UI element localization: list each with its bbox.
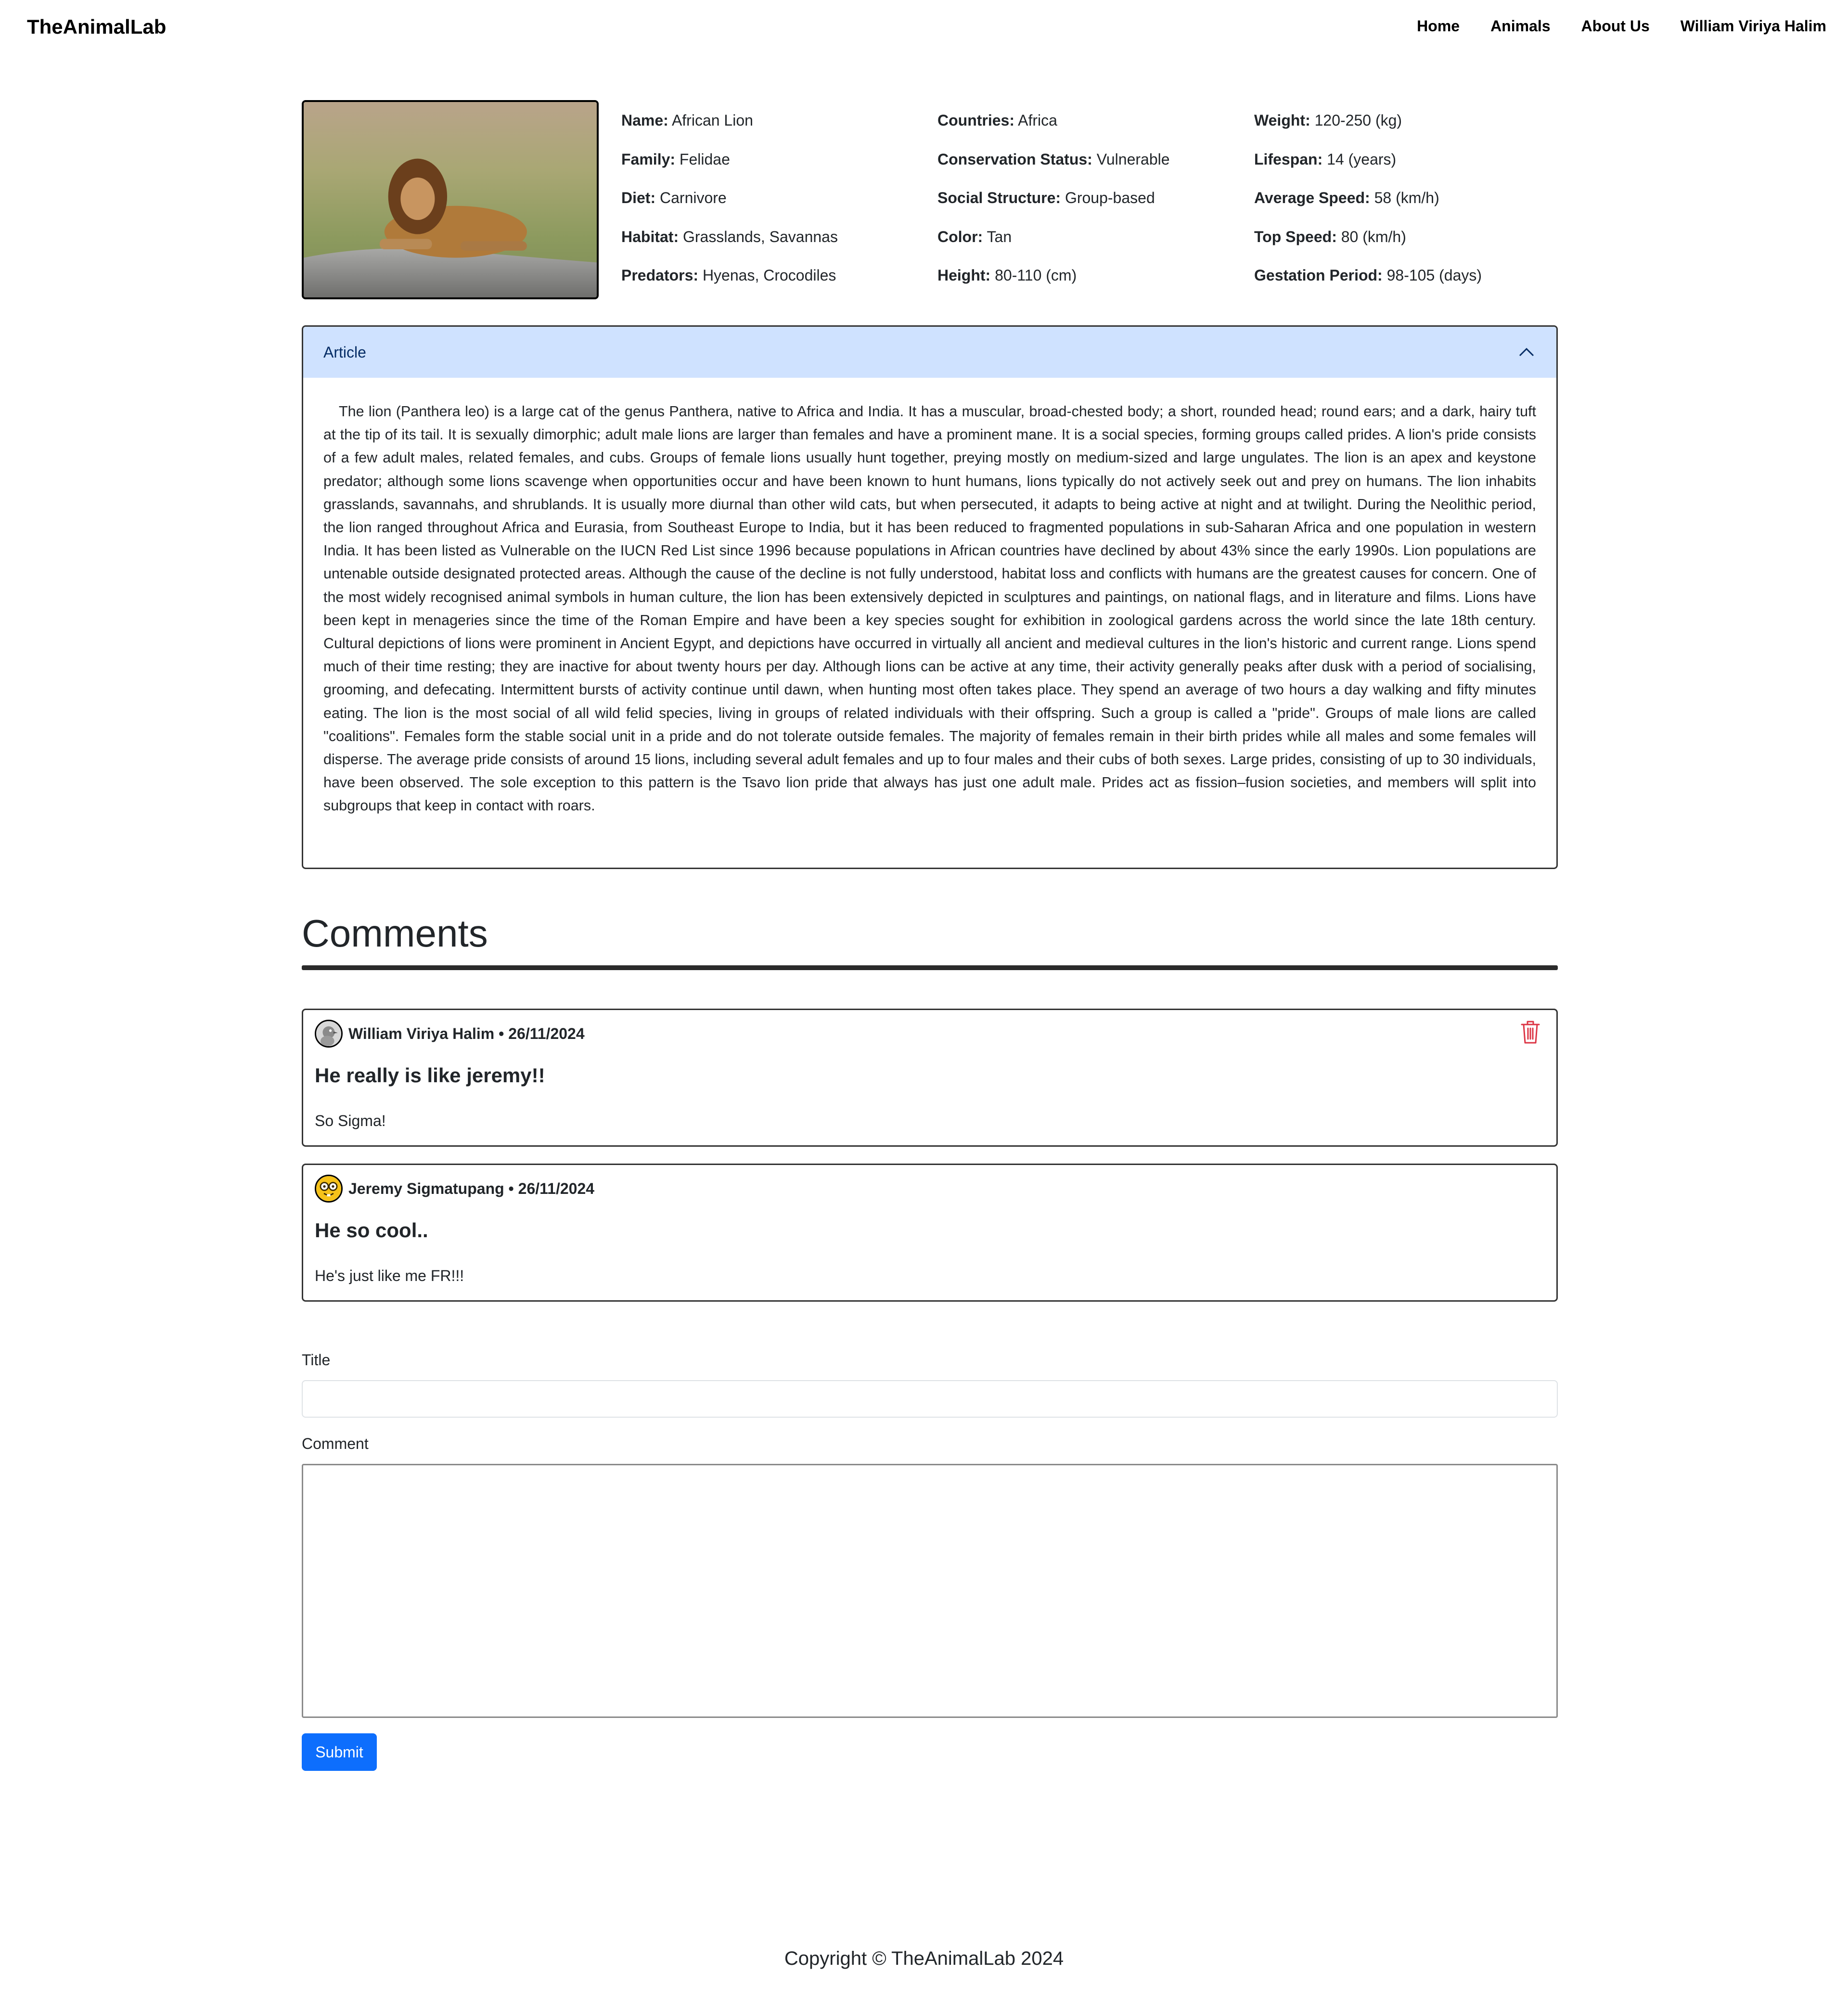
comments-section-header: Comments — [302, 914, 1558, 972]
comment-body: So Sigma! — [315, 1112, 386, 1129]
bird-avatar-icon — [315, 1020, 343, 1048]
article-accordion: Article The lion (Panthera leo) is a lar… — [302, 325, 1558, 869]
article-accordion-header[interactable]: Article — [303, 327, 1556, 378]
nav-user-link[interactable]: William Viriya Halim — [1681, 17, 1826, 35]
comment-header: William Viriya Halim • 26/11/2024 — [315, 1020, 585, 1048]
article-body: The lion (Panthera leo) is a large cat o… — [323, 403, 1536, 814]
info-diet: Diet: Carnivore — [621, 189, 727, 206]
title-label: Title — [302, 1351, 331, 1369]
info-lifespan: Lifespan: 14 (years) — [1254, 150, 1397, 168]
animal-photo — [302, 100, 599, 299]
comment-textarea[interactable] — [302, 1464, 1558, 1718]
article-header-label: Article — [323, 343, 366, 361]
nav-home-link[interactable]: Home — [1417, 17, 1460, 35]
info-column-2: Countries: Africa Conservation Status: V… — [937, 100, 1170, 294]
comment-author: Jeremy Sigmatupang • 26/11/2024 — [348, 1179, 595, 1197]
comment-card: Jeremy Sigmatupang • 26/11/2024 He so co… — [302, 1164, 1558, 1302]
info-countries: Countries: Africa — [937, 112, 1057, 129]
info-habitat: Habitat: Grasslands, Savannas — [621, 228, 838, 245]
navbar: TheAnimalLab Home Animals About Us Willi… — [0, 0, 1848, 54]
info-column-1: Name: African Lion Family: Felidae Diet:… — [621, 100, 838, 294]
comment-body: He's just like me FR!!! — [315, 1267, 464, 1284]
comment-card: William Viriya Halim • 26/11/2024 He rea… — [302, 1009, 1558, 1147]
nerd-face-avatar-icon — [315, 1175, 343, 1203]
footer-copyright: Copyright © TheAnimalLab 2024 — [784, 1948, 1064, 1969]
comment-title: He really is like jeremy!! — [315, 1064, 545, 1087]
nav-about-link[interactable]: About Us — [1581, 17, 1650, 35]
comments-heading: Comments — [302, 912, 488, 955]
brand-logo[interactable]: TheAnimalLab — [27, 15, 166, 38]
info-gestation-period: Gestation Period: 98-105 (days) — [1254, 267, 1482, 284]
info-average-speed: Average Speed: 58 (km/h) — [1254, 189, 1439, 206]
comment-header: Jeremy Sigmatupang • 26/11/2024 — [315, 1175, 594, 1203]
chevron-up-icon[interactable] — [1517, 343, 1536, 362]
nav-links: Home Animals About Us William Viriya Hal… — [1417, 17, 1826, 35]
info-column-3: Weight: 120-250 (kg) Lifespan: 14 (years… — [1254, 100, 1482, 294]
comments-divider — [302, 965, 1558, 970]
comment-author: William Viriya Halim • 26/11/2024 — [348, 1025, 585, 1042]
animal-info-section: Name: African Lion Family: Felidae Diet:… — [302, 100, 1558, 300]
title-input[interactable] — [302, 1380, 1558, 1418]
info-predators: Predators: Hyenas, Crocodiles — [621, 267, 836, 284]
info-conservation-status: Conservation Status: Vulnerable — [937, 150, 1170, 168]
info-weight: Weight: 120-250 (kg) — [1254, 112, 1402, 129]
submit-button[interactable]: Submit — [302, 1733, 377, 1771]
comment-title: He so cool.. — [315, 1219, 428, 1242]
info-social-structure: Social Structure: Group-based — [937, 189, 1155, 206]
info-family: Family: Felidae — [621, 150, 730, 168]
info-color: Color: Tan — [937, 228, 1012, 245]
info-name: Name: African Lion — [621, 112, 753, 129]
nav-animals-link[interactable]: Animals — [1490, 17, 1550, 35]
comment-label: Comment — [302, 1435, 369, 1452]
info-top-speed: Top Speed: 80 (km/h) — [1254, 228, 1406, 245]
info-height: Height: 80-110 (cm) — [937, 267, 1077, 284]
trash-icon[interactable] — [1519, 1019, 1542, 1045]
